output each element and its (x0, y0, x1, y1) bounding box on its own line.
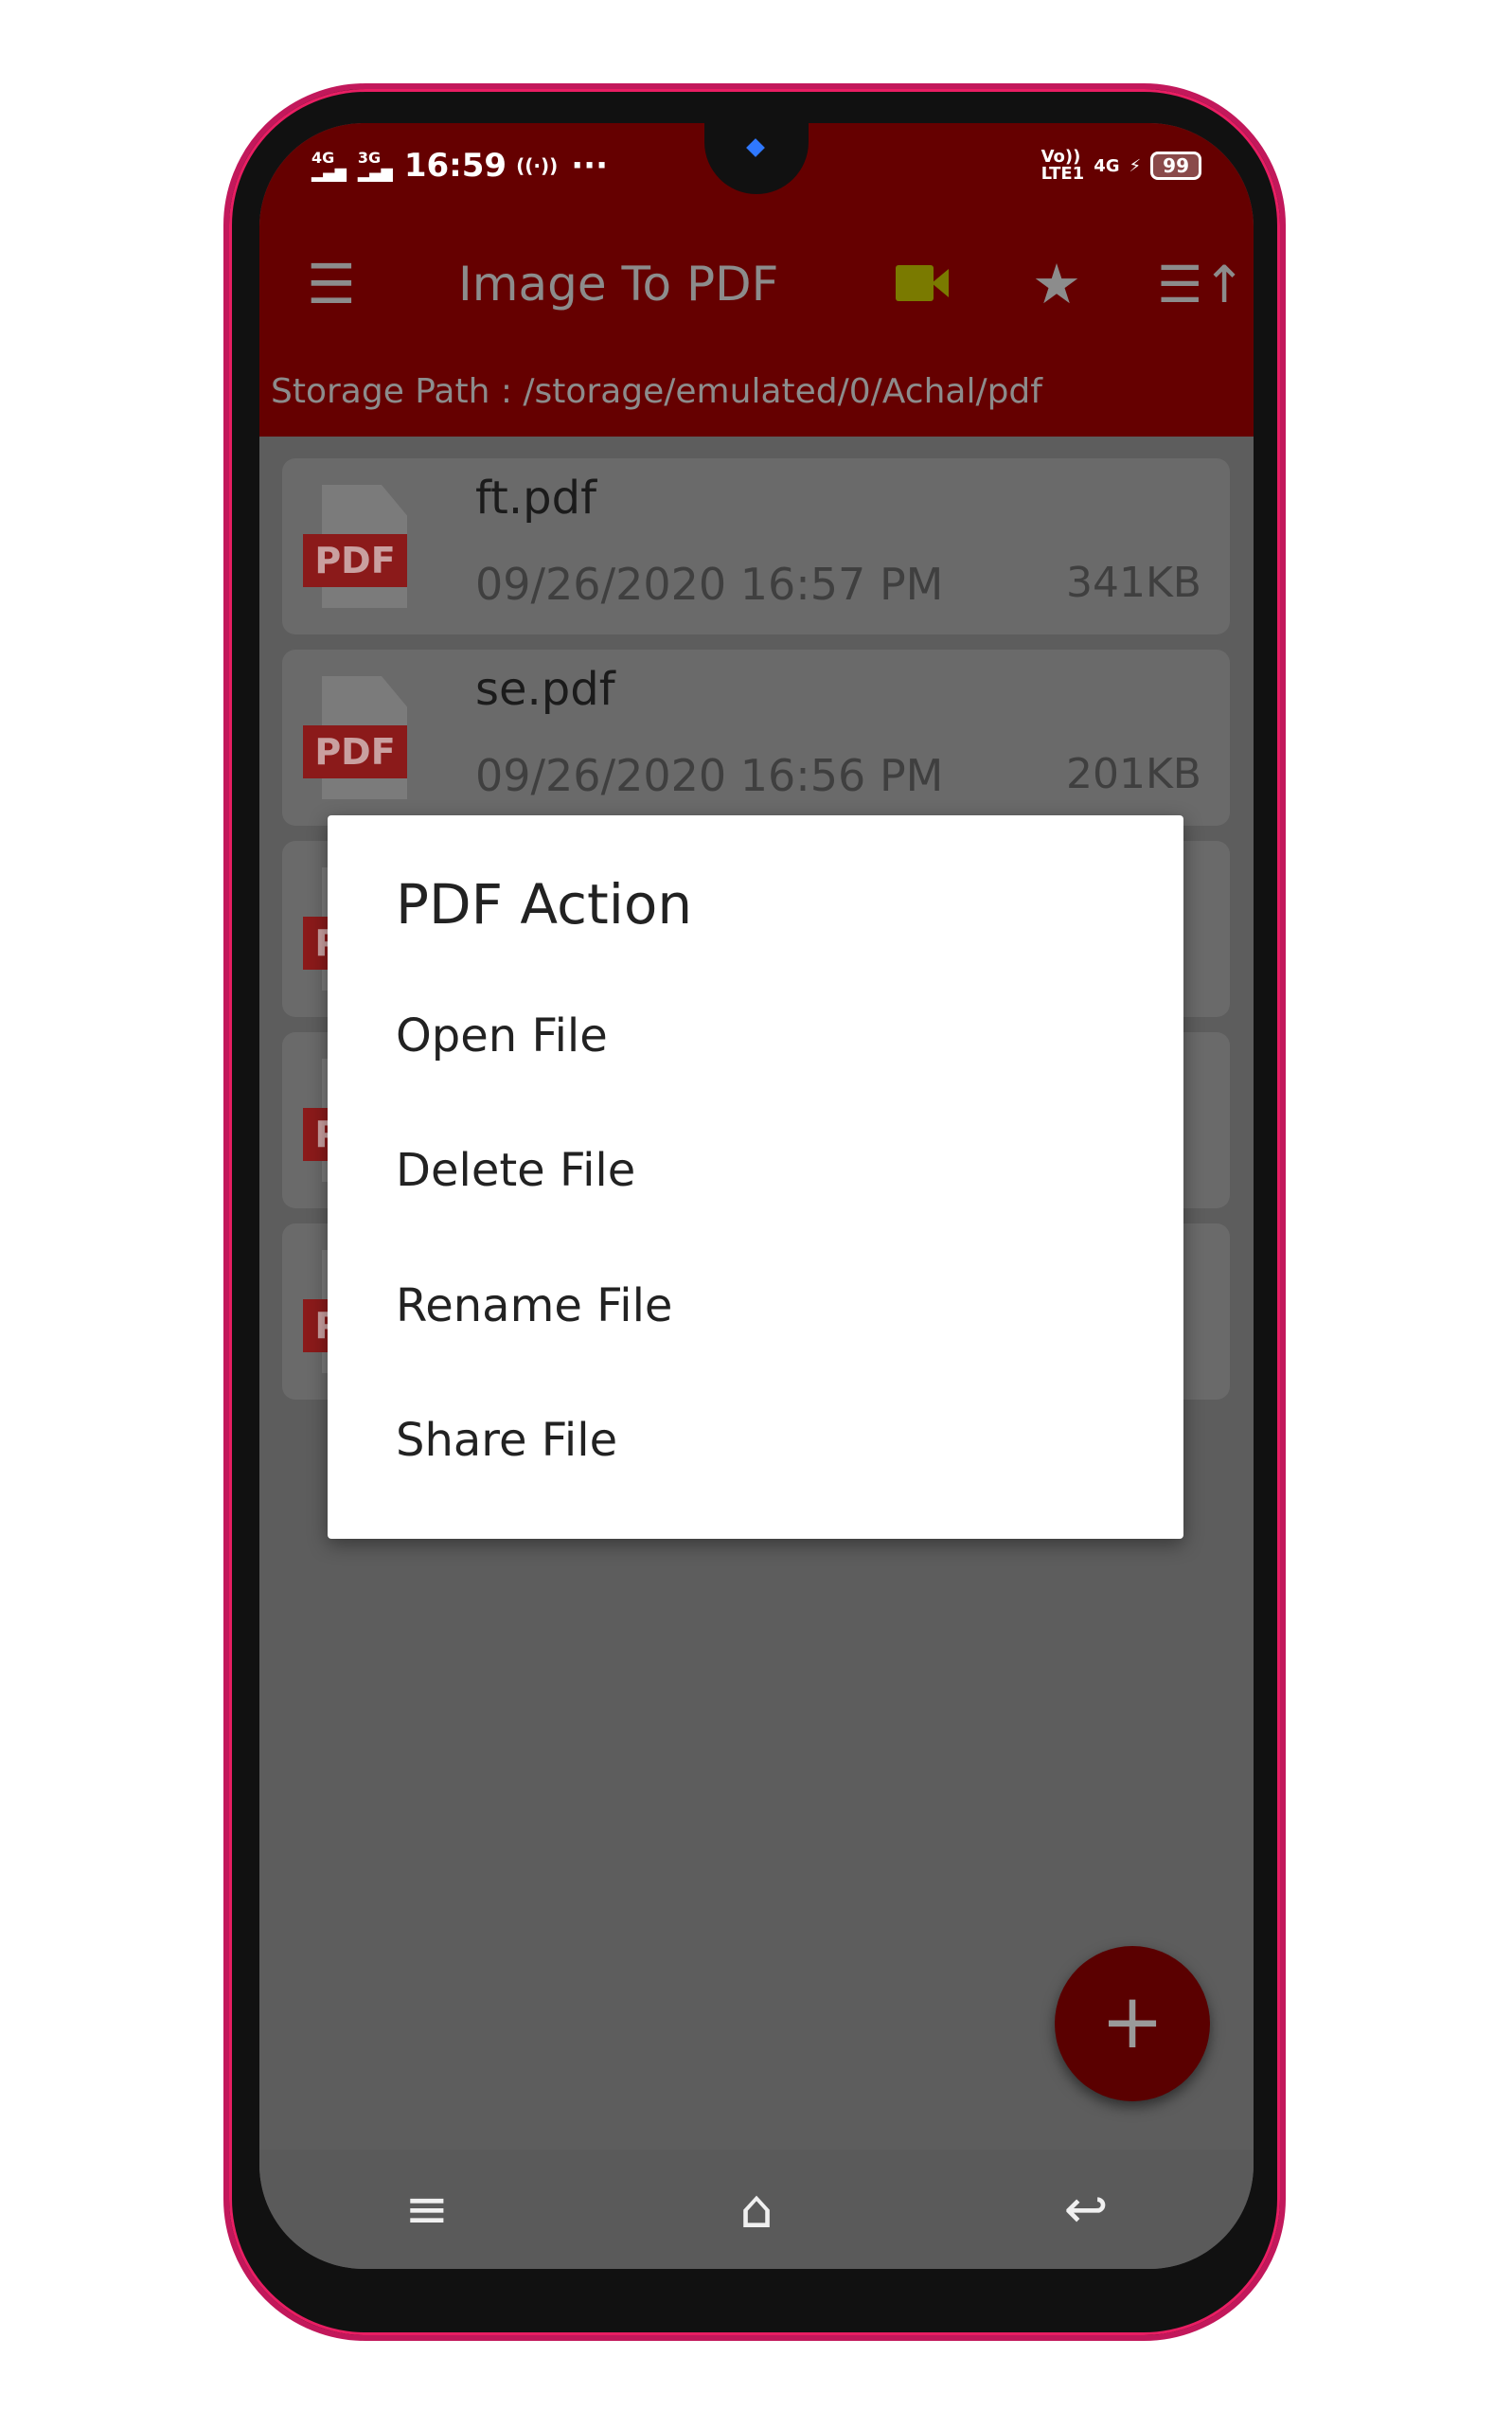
file-list-item[interactable]: PDF ft.pdf 09/26/2020 16:57 PM 341KB (282, 458, 1230, 634)
file-name: ft.pdf (475, 472, 596, 525)
file-date: 09/26/2020 16:56 PM (475, 750, 944, 801)
volte-icon: Vo)) LTE1 (1041, 147, 1085, 184)
delete-file-option[interactable]: Delete File (396, 1144, 635, 1197)
hamburger-icon[interactable]: ☰ (307, 252, 356, 316)
signal-icon-sim2: 3G ▂▄▆ (357, 149, 393, 182)
screen: 4G ▂▄▆ 3G ▂▄▆ 16:59 ((·)) ··· Vo)) LTE1 4G… (259, 123, 1254, 2269)
file-size: 341KB (1065, 559, 1201, 607)
pdf-file-icon: PDF (303, 485, 407, 608)
signal-icon-sim1: 4G ▂▄▆ (311, 149, 347, 182)
storage-path: Storage Path : /storage/emulated/0/Achal… (271, 372, 1042, 411)
app-bar: 4G ▂▄▆ 3G ▂▄▆ 16:59 ((·)) ··· Vo)) LTE1 4G… (259, 123, 1254, 437)
star-icon[interactable]: ★ (1032, 252, 1081, 316)
pdf-action-dialog: PDF Action Open File Delete File Rename … (328, 815, 1183, 1539)
recent-apps-icon[interactable]: ≡ (404, 2179, 449, 2241)
open-file-option[interactable]: Open File (396, 1009, 608, 1062)
pdf-file-icon: PDF (303, 676, 407, 799)
status-bar: 4G ▂▄▆ 3G ▂▄▆ 16:59 ((·)) ··· Vo)) LTE1 4G… (311, 142, 1201, 189)
back-icon[interactable]: ↩ (1064, 2179, 1109, 2241)
home-icon[interactable]: ⌂ (739, 2179, 774, 2241)
clock: 16:59 (403, 147, 507, 185)
share-file-option[interactable]: Share File (396, 1414, 617, 1467)
navigation-bar: ≡ ⌂ ↩ (259, 2150, 1254, 2269)
file-size: 201KB (1065, 750, 1201, 798)
rename-file-option[interactable]: Rename File (396, 1279, 672, 1332)
app-title: Image To PDF (458, 257, 779, 312)
more-notifications-icon: ··· (571, 147, 608, 185)
add-button[interactable]: + (1055, 1946, 1210, 2101)
hotspot-icon: ((·)) (516, 154, 559, 177)
battery-icon: 99 (1150, 152, 1201, 180)
charging-icon: ⚡ (1129, 155, 1142, 176)
sort-icon[interactable]: ☰↑ (1157, 255, 1246, 314)
file-name: se.pdf (475, 663, 615, 716)
file-list-item[interactable]: PDF se.pdf 09/26/2020 16:56 PM 201KB (282, 650, 1230, 826)
network-icon: 4G (1094, 155, 1120, 176)
toolbar: ☰ Image To PDF ★ ☰↑ (259, 251, 1254, 317)
file-date: 09/26/2020 16:57 PM (475, 559, 944, 610)
video-camera-icon[interactable] (896, 265, 951, 301)
dialog-title: PDF Action (396, 872, 693, 937)
